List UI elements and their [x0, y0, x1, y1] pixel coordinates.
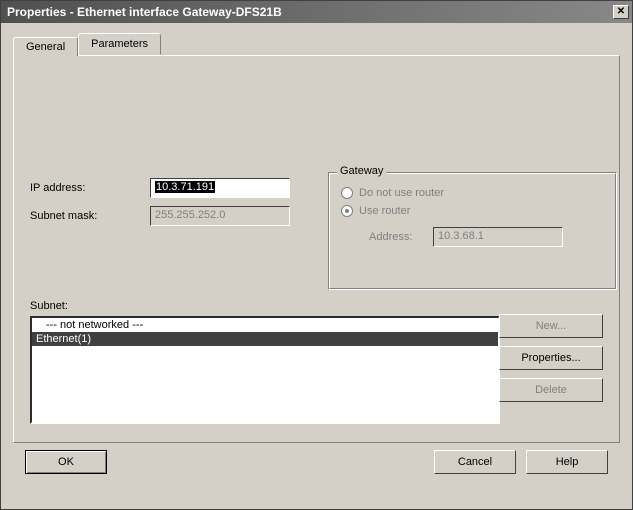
radio-use-router-icon [341, 205, 353, 217]
dialog-buttons: OK Cancel Help [13, 443, 620, 481]
gateway-address-label: Address: [369, 231, 433, 243]
subnet-label: Subnet: [30, 300, 68, 312]
radio-use-router[interactable]: Use router [341, 205, 616, 217]
radio-no-router[interactable]: Do not use router [341, 187, 616, 199]
subnet-mask-input[interactable]: 255.255.252.0 [150, 206, 290, 226]
window-title: Properties - Ethernet interface Gateway-… [7, 5, 282, 19]
help-button[interactable]: Help [526, 450, 608, 474]
ok-button[interactable]: OK [25, 450, 107, 474]
ip-address-input[interactable]: 10.3.71.191 [150, 178, 290, 198]
tabpanel-parameters: IP address: 10.3.71.191 Subnet mask: 255… [13, 55, 620, 443]
list-item[interactable]: --- not networked --- [32, 318, 498, 332]
gateway-legend: Gateway [337, 165, 386, 177]
radio-no-router-label: Do not use router [359, 187, 444, 199]
cancel-button[interactable]: Cancel [434, 450, 516, 474]
client-area: General Parameters IP address: 10.3.71.1… [1, 23, 632, 509]
gateway-address-row: Address: 10.3.68.1 [369, 227, 616, 247]
tabstrip: General Parameters [13, 33, 620, 55]
tab-parameters[interactable]: Parameters [78, 33, 161, 55]
subnet-mask-label: Subnet mask: [30, 210, 150, 222]
new-button[interactable]: New... [499, 314, 603, 338]
subnet-listbox[interactable]: --- not networked --- Ethernet(1) [30, 316, 500, 424]
list-item[interactable]: Ethernet(1) [32, 332, 498, 346]
ip-address-value: 10.3.71.191 [155, 181, 215, 193]
radio-no-router-icon [341, 187, 353, 199]
titlebar: Properties - Ethernet interface Gateway-… [1, 1, 632, 23]
ip-address-label: IP address: [30, 182, 150, 194]
gateway-groupbox: Gateway Do not use router Use router Add… [328, 172, 617, 290]
close-icon[interactable]: ✕ [613, 5, 629, 19]
tab-general[interactable]: General [13, 37, 78, 56]
gateway-address-input[interactable]: 10.3.68.1 [433, 227, 563, 247]
subnet-buttons: New... Properties... Delete [499, 314, 603, 402]
ip-fields: IP address: 10.3.71.191 Subnet mask: 255… [30, 178, 290, 234]
radio-use-router-label: Use router [359, 205, 410, 217]
delete-button[interactable]: Delete [499, 378, 603, 402]
properties-window: Properties - Ethernet interface Gateway-… [0, 0, 633, 510]
properties-button[interactable]: Properties... [499, 346, 603, 370]
